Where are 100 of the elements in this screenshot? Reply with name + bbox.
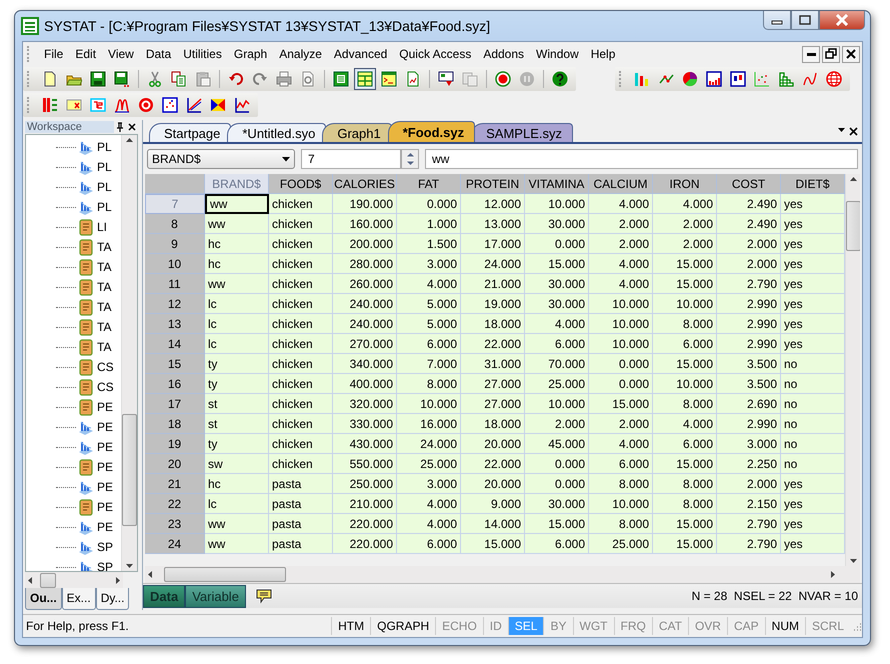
column-header[interactable]: CALCIUM (589, 174, 653, 194)
table-cell: yes (781, 494, 845, 514)
column-header[interactable]: VITAMINA (525, 174, 589, 194)
menu-item[interactable]: Graph (228, 45, 274, 63)
tree-item[interactable]: CS (97, 380, 114, 394)
menu-item[interactable]: Utilities (177, 45, 228, 63)
row-header[interactable]: 14 (145, 334, 205, 354)
close-button[interactable] (126, 123, 138, 131)
menu-item[interactable]: Help (584, 45, 622, 63)
horizontal-scrollbar[interactable] (145, 566, 860, 583)
variable-dropdown[interactable]: BRAND$ (147, 149, 295, 169)
document-tab[interactable]: *Untitled.syo (227, 123, 326, 142)
tree-item[interactable]: LI (97, 220, 108, 234)
row-header[interactable]: 15 (145, 354, 205, 374)
minimize-button[interactable] (763, 11, 791, 30)
menu-item[interactable]: File (38, 45, 70, 63)
row-header[interactable]: 18 (145, 414, 205, 434)
tree-item[interactable]: SP (97, 560, 114, 571)
tree-item[interactable]: SP (97, 540, 114, 554)
minimize-icon (806, 52, 816, 56)
column-header[interactable]: COST (717, 174, 781, 194)
column-header[interactable]: FOOD$ (269, 174, 333, 194)
table-cell: ww (205, 274, 269, 294)
scroll-thumb[interactable] (40, 572, 56, 588)
tree-item[interactable]: PE (97, 480, 114, 494)
tree-item[interactable]: PE (97, 520, 114, 534)
case-counts: N = 28 NSEL = 22 NVAR = 10 (692, 589, 858, 603)
mdi-minimize-button[interactable] (802, 46, 820, 62)
table-cell: 4.000 (397, 514, 461, 534)
tree-item[interactable]: PE (97, 500, 114, 514)
column-header[interactable]: IRON (653, 174, 717, 194)
close-button[interactable] (849, 126, 858, 136)
tree-item[interactable]: PL (97, 140, 112, 154)
column-header[interactable]: DIET$ (781, 174, 845, 194)
tree-item[interactable]: TA (97, 240, 112, 254)
tree-item[interactable]: PL (97, 180, 112, 194)
horizontal-scrollbar[interactable] (25, 572, 123, 588)
row-header[interactable]: 11 (145, 274, 205, 294)
column-header[interactable]: PROTEIN (461, 174, 525, 194)
menu-item[interactable]: Edit (69, 45, 102, 63)
vertical-scrollbar[interactable] (121, 135, 137, 571)
tree-item[interactable]: PL (97, 200, 112, 214)
comment-icon[interactable] (256, 588, 272, 604)
vertical-scrollbar[interactable] (845, 174, 860, 566)
tree-item[interactable]: TA (97, 280, 112, 294)
mdi-restore-button[interactable] (822, 46, 840, 62)
case-number-field[interactable]: 7 (301, 149, 401, 169)
tab[interactable]: Ou... (25, 588, 62, 610)
menu-item[interactable]: Advanced (328, 45, 394, 63)
pin-button[interactable] (114, 122, 126, 132)
menu-item[interactable]: View (102, 45, 140, 63)
menu-item[interactable]: Window (530, 45, 585, 63)
tab[interactable]: Variable (185, 584, 246, 608)
document-tab[interactable]: Graph1 (322, 123, 392, 142)
row-header[interactable]: 24 (145, 534, 205, 554)
row-header[interactable]: 16 (145, 374, 205, 394)
tab[interactable]: Ex... (62, 588, 96, 610)
row-header[interactable]: 22 (145, 494, 205, 514)
row-header[interactable]: 19 (145, 434, 205, 454)
tab[interactable]: Dy... (96, 588, 130, 610)
row-header[interactable]: 23 (145, 514, 205, 534)
column-header[interactable]: FAT (397, 174, 461, 194)
table-cell: 25.000 (397, 454, 461, 474)
scroll-thumb[interactable] (164, 567, 286, 582)
tree-item[interactable]: CS (97, 360, 114, 374)
tree-item[interactable]: PE (97, 420, 114, 434)
document-tab[interactable]: *Food.syz (388, 121, 476, 142)
toolbar-button[interactable] (354, 68, 376, 90)
tree-item[interactable]: PL (97, 160, 112, 174)
menu-item[interactable]: Data (140, 45, 178, 63)
tree-item[interactable]: PE (97, 400, 114, 414)
tree-item[interactable]: TA (97, 260, 112, 274)
scroll-thumb[interactable] (846, 201, 860, 251)
scroll-thumb[interactable] (122, 414, 137, 526)
row-header[interactable]: 20 (145, 454, 205, 474)
spinner[interactable] (401, 149, 419, 169)
tree-item[interactable]: TA (97, 340, 112, 354)
tree-item[interactable]: PE (97, 440, 114, 454)
menu-item[interactable]: Analyze (273, 45, 328, 63)
table-cell: 5.000 (397, 294, 461, 314)
row-header[interactable]: 8 (145, 214, 205, 234)
globe-icon (826, 71, 842, 87)
row-header[interactable]: 21 (145, 474, 205, 494)
menu-item[interactable]: Quick Access (393, 45, 478, 63)
table-cell: 8.000 (589, 514, 653, 534)
row-header[interactable]: 10 (145, 254, 205, 274)
tree-item[interactable]: PE (97, 460, 114, 474)
maximize-button[interactable] (791, 11, 819, 30)
save-all-icon (114, 71, 130, 87)
menu-item[interactable]: Addons (477, 45, 530, 63)
row-header[interactable]: 9 (145, 234, 205, 254)
column-header[interactable]: CALORIES (333, 174, 397, 194)
document-tab[interactable]: Startpage (149, 123, 232, 142)
tree-item[interactable]: TA (97, 320, 112, 334)
cell-value-field[interactable]: ww (425, 149, 858, 169)
row-header[interactable]: 17 (145, 394, 205, 414)
row-header[interactable]: 13 (145, 314, 205, 334)
mdi-close-button[interactable] (842, 46, 860, 62)
tree-item[interactable]: TA (97, 300, 112, 314)
row-header[interactable]: 12 (145, 294, 205, 314)
